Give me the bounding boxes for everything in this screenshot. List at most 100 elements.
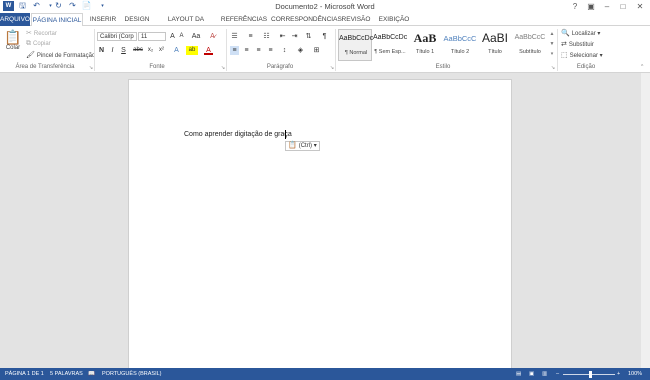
clear-format-icon[interactable]: A̷ — [208, 32, 217, 41]
web-layout-icon[interactable]: ▥ — [542, 368, 547, 380]
subscript-button[interactable]: x₂ — [146, 46, 155, 55]
font-group-label: Fonte — [149, 64, 165, 70]
format-painter-label: Pincel de Formatação — [36, 53, 96, 59]
justify-icon[interactable]: ≡ — [266, 46, 275, 55]
paste-button[interactable]: 📋 Colar — [4, 29, 22, 59]
change-case-button[interactable]: Aa — [190, 32, 202, 41]
numbering-icon[interactable]: ≡ — [246, 32, 255, 41]
style-heading-2[interactable]: AaBbCcC Título 2 — [443, 29, 477, 61]
zoom-out-icon[interactable]: – — [556, 368, 559, 380]
tab-insert[interactable]: INSERIR — [86, 13, 120, 26]
tab-file[interactable]: ARQUIVO — [0, 13, 30, 26]
close-button[interactable]: ✕ — [632, 0, 648, 13]
scissors-icon: ✂ — [26, 30, 32, 37]
document-page[interactable]: Como aprender digitação de graça 📋 (Ctrl)… — [128, 79, 512, 379]
text-effects-button[interactable]: A — [172, 46, 181, 55]
align-center-icon[interactable]: ≡ — [242, 46, 251, 55]
document-text[interactable]: Como aprender digitação de graça — [184, 131, 292, 138]
multilevel-list-icon[interactable]: ☷ — [262, 32, 271, 41]
style-heading-1[interactable]: AaB Título 1 — [408, 29, 442, 61]
underline-button[interactable]: S — [119, 46, 128, 55]
increase-indent-icon[interactable]: ⇥ — [290, 32, 299, 41]
paste-label: Colar — [5, 45, 21, 51]
format-painter-button[interactable]: 🖌 Pincel de Formatação — [26, 51, 95, 59]
style-sample: AaB — [413, 31, 437, 45]
style-subtitle[interactable]: AaBbCcC Subtítulo — [513, 29, 547, 61]
align-right-icon[interactable]: ≡ — [254, 46, 263, 55]
style-name: ¶ Normal — [344, 50, 368, 56]
cut-button[interactable]: ✂ Recortar — [26, 29, 57, 37]
tab-mailings[interactable]: CORRESPONDÊNCIAS — [271, 13, 342, 26]
separator — [94, 29, 95, 71]
italic-button[interactable]: I — [108, 46, 117, 55]
print-layout-icon[interactable]: ▣ — [529, 368, 534, 380]
maximize-button[interactable]: □ — [615, 0, 631, 13]
select-button[interactable]: ⬚ Selecionar ▾ — [561, 51, 603, 59]
shading-icon[interactable]: ◈ — [296, 46, 305, 55]
styles-scroll-icon[interactable]: ▲ ▼ ▾ — [549, 29, 555, 61]
collapse-ribbon-icon[interactable]: ^ — [641, 64, 643, 70]
font-color-button[interactable]: A — [204, 46, 213, 55]
bold-button[interactable]: N — [97, 46, 106, 55]
superscript-button[interactable]: x² — [157, 46, 166, 55]
style-normal[interactable]: AaBbCcDc ¶ Normal — [338, 29, 373, 61]
document-area: Como aprender digitação de graça 📋 (Ctrl)… — [0, 73, 650, 379]
word-count[interactable]: 5 PALAVRAS — [50, 368, 83, 380]
proofing-icon[interactable]: 📖 — [88, 368, 95, 380]
tab-review[interactable]: REVISÃO — [339, 13, 373, 26]
tab-references[interactable]: REFERÊNCIAS — [220, 13, 268, 26]
copy-button[interactable]: ⧉ Copiar — [26, 40, 51, 48]
text-cursor — [285, 130, 286, 139]
zoom-level[interactable]: 100% — [628, 368, 642, 380]
show-formatting-button[interactable]: ¶ — [320, 32, 329, 41]
sort-icon[interactable]: ⇅ — [304, 32, 313, 41]
read-mode-icon[interactable]: ▤ — [516, 368, 521, 380]
borders-icon[interactable]: ⊞ — [312, 46, 321, 55]
strikethrough-button[interactable]: abc — [132, 46, 144, 55]
zoom-slider-thumb[interactable] — [589, 371, 592, 378]
copy-icon: ⧉ — [26, 40, 31, 47]
replace-icon: ⇄ — [561, 41, 567, 48]
style-name: ¶ Sem Esp... — [374, 49, 406, 55]
tab-design[interactable]: DESIGN — [122, 13, 152, 26]
grow-font-button[interactable]: A — [168, 32, 177, 41]
replace-label: Substituir — [568, 42, 594, 48]
decrease-indent-icon[interactable]: ⇤ — [278, 32, 287, 41]
shrink-font-button[interactable]: A — [177, 32, 186, 41]
font-name-select[interactable]: Calibri (Corp — [97, 32, 137, 41]
paste-options-button[interactable]: 📋 (Ctrl) ▾ — [285, 141, 320, 151]
styles-group-label: Estilo — [435, 64, 451, 70]
bullets-icon[interactable]: ☰ — [230, 32, 239, 41]
font-size-select[interactable]: 11 — [138, 32, 166, 41]
style-sample: AaBbCcC — [443, 34, 477, 43]
find-button[interactable]: 🔍 Localizar ▾ — [561, 29, 600, 37]
clipboard-icon: 📋 — [288, 142, 297, 149]
tab-home[interactable]: PÁGINA INICIAL — [31, 13, 83, 27]
page-count[interactable]: PÁGINA 1 DE 1 — [5, 368, 44, 380]
minimize-button[interactable]: – — [599, 0, 615, 13]
line-spacing-icon[interactable]: ↕ — [280, 46, 289, 55]
style-title[interactable]: AaBI Título — [478, 29, 512, 61]
separator — [335, 29, 336, 71]
status-bar: PÁGINA 1 DE 1 5 PALAVRAS 📖 PORTUGUÊS (BR… — [0, 368, 650, 380]
vertical-scrollbar[interactable] — [641, 73, 650, 368]
paragraph-group-label: Parágrafo — [266, 64, 294, 70]
replace-button[interactable]: ⇄ Substituir — [561, 40, 594, 48]
style-no-spacing[interactable]: AaBbCcDc ¶ Sem Esp... — [373, 29, 407, 61]
language[interactable]: PORTUGUÊS (BRASIL) — [102, 368, 162, 380]
tab-page-layout[interactable]: LAYOUT DA PÁGINA — [156, 13, 216, 36]
ribbon-tabs: ARQUIVO PÁGINA INICIAL INSERIR DESIGN LA… — [0, 13, 650, 36]
align-left-icon[interactable]: ≡ — [230, 46, 239, 55]
cut-label: Recortar — [33, 31, 57, 37]
separator — [557, 29, 558, 71]
style-name: Título 2 — [450, 49, 470, 55]
zoom-in-icon[interactable]: + — [617, 368, 620, 380]
find-label: Localizar — [571, 31, 596, 37]
select-label: Selecionar — [569, 53, 598, 59]
ribbon-options-icon[interactable]: ▣ — [583, 0, 599, 13]
tab-view[interactable]: EXIBIÇÃO — [377, 13, 411, 26]
clipboard-group-label: Área de Transferência — [15, 64, 75, 70]
help-icon[interactable]: ? — [567, 0, 583, 13]
highlight-button[interactable]: ab — [186, 46, 198, 55]
styles-launcher-icon[interactable]: ↘ — [550, 65, 556, 71]
